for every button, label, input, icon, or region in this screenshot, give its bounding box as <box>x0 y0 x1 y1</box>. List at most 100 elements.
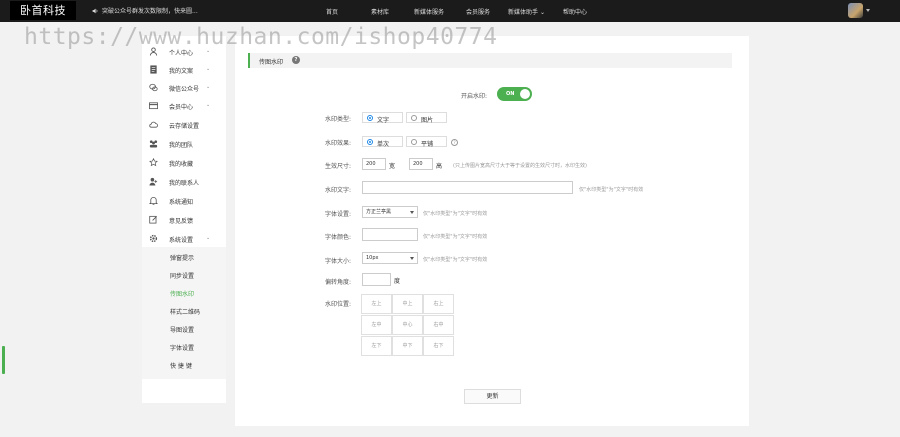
size-note: (只上传图片宽高尺寸大于等于设置的生效尺寸时，水印生效) <box>453 163 587 169</box>
team-icon <box>149 140 158 148</box>
announcement-bar[interactable]: 突破公众号群发次数限制，快来圆... <box>92 6 198 15</box>
sidebar-item-member-center[interactable]: 会员中心 ⌄ <box>142 97 226 113</box>
brand-logo[interactable]: 卧首科技 <box>10 1 76 20</box>
bell-icon <box>149 197 158 205</box>
sidebar-item-my-copy[interactable]: 我的文案 ⌄ <box>142 61 226 77</box>
radio-label: 平铺 <box>421 141 434 148</box>
font-setting-label: 字体设置: <box>325 211 352 218</box>
radio-dot <box>411 115 417 121</box>
size-height-unit: 高 <box>436 163 443 170</box>
position-top-left[interactable]: 左上 <box>361 294 392 314</box>
font-color-label: 字体颜色: <box>325 234 352 241</box>
effect-option-tile[interactable]: 平铺 <box>406 136 447 148</box>
sidebar-item-label: 我的团队 <box>169 142 194 149</box>
edge-handle[interactable] <box>2 346 5 374</box>
enable-watermark-toggle[interactable]: ON <box>497 87 532 101</box>
size-width-input[interactable]: 200 <box>362 158 386 170</box>
radio-dot <box>411 139 417 145</box>
font-size-select[interactable]: 10px <box>362 252 418 264</box>
chevron-down-icon: ⌄ <box>206 235 211 241</box>
watermark-effect-label: 水印效果: <box>325 140 352 147</box>
sidebar-item-label: 我的文案 <box>169 68 194 75</box>
effect-option-single[interactable]: 单次 <box>362 136 403 148</box>
avatar-caret-icon[interactable] <box>866 9 870 12</box>
toggle-knob <box>520 89 530 99</box>
position-bottom-center[interactable]: 中下 <box>392 336 423 356</box>
rotation-angle-input[interactable] <box>362 273 391 286</box>
nav-media-assistant-label: 新媒体助手 <box>508 9 539 16</box>
type-option-image[interactable]: 图片 <box>406 112 447 124</box>
sidebar-item-personal-center[interactable]: 个人中心 ⌄ <box>142 43 226 59</box>
chevron-down-icon: ⌄ <box>206 84 211 90</box>
cloud-icon <box>149 121 158 128</box>
watermark-settings-panel: 传图水印 ? 开启水印: ON 水印类型: 文字 图片 水印效果: 单次 平铺 … <box>235 36 749 426</box>
sidebar-item-label: 微信公众号 <box>169 86 200 93</box>
edit-icon <box>149 215 157 224</box>
submenu-item-shortcuts[interactable]: 快 捷 键 <box>170 361 192 370</box>
sidebar-item-label: 系统设置 <box>169 237 194 244</box>
help-icon[interactable]: ? <box>292 56 300 64</box>
sidebar-item-my-contacts[interactable]: 我的联系人 <box>142 173 226 189</box>
chevron-down-icon: ⌄ <box>206 48 211 54</box>
sidebar-item-label: 意见反馈 <box>169 218 194 225</box>
speaker-icon <box>92 8 98 14</box>
sidebar-item-feedback[interactable]: 意见反馈 <box>142 211 226 227</box>
position-top-right[interactable]: 右上 <box>423 294 454 314</box>
avatar[interactable] <box>848 3 863 18</box>
sidebar-item-cloud-storage[interactable]: 云存储设置 <box>142 116 226 132</box>
nav-help-center[interactable]: 帮助中心 <box>563 7 587 16</box>
font-select[interactable]: 方正兰亭黑 <box>362 206 418 218</box>
chevron-down-icon <box>410 257 414 260</box>
position-bottom-right[interactable]: 右下 <box>423 336 454 356</box>
nav-member-service[interactable]: 会员服务 <box>466 7 490 16</box>
radio-dot-selected <box>367 139 373 145</box>
sidebar-item-label: 我的收藏 <box>169 161 194 168</box>
watermark-type-label: 水印类型: <box>325 116 352 123</box>
sidebar: 个人中心 ⌄ 我的文案 ⌄ 微信公众号 ⌄ 会员中心 ⌄ 云存储设置 我的团队 … <box>142 36 226 403</box>
sidebar-item-label: 个人中心 <box>169 50 194 57</box>
submenu-item-popup-tips[interactable]: 弹窗提示 <box>170 253 194 262</box>
radio-label: 单次 <box>377 141 390 148</box>
user-icon <box>149 47 158 56</box>
submenu-item-upload-watermark[interactable]: 传图水印 <box>170 289 194 298</box>
nav-media-service[interactable]: 新媒体服务 <box>414 7 444 16</box>
document-icon <box>150 65 157 74</box>
toggle-state-text: ON <box>506 91 515 97</box>
sidebar-item-wechat-account[interactable]: 微信公众号 ⌄ <box>142 79 226 95</box>
nav-media-assistant[interactable]: 新媒体助手 ⌄ <box>508 7 545 16</box>
size-height-input[interactable]: 200 <box>409 158 433 170</box>
position-middle-left[interactable]: 左中 <box>361 315 392 335</box>
watermark-text-label: 水印文字: <box>325 187 352 194</box>
watermark-text-note: 仅"水印类型"为"文字"时有效 <box>579 187 644 193</box>
panel-header: 传图水印 ? <box>248 53 732 68</box>
sidebar-item-system-settings[interactable]: 系统设置 ⌄ <box>142 230 226 246</box>
watermark-position-label: 水印位置: <box>325 301 352 308</box>
top-navbar: 卧首科技 突破公众号群发次数限制，快来圆... 首页 素材库 新媒体服务 会员服… <box>0 0 900 22</box>
submenu-item-sync-settings[interactable]: 同步设置 <box>170 271 194 280</box>
nav-home[interactable]: 首页 <box>326 7 338 16</box>
effect-help-icon[interactable]: ? <box>451 139 458 146</box>
position-bottom-left[interactable]: 左下 <box>361 336 392 356</box>
sidebar-item-my-team[interactable]: 我的团队 <box>142 135 226 151</box>
sidebar-item-system-notice[interactable]: 系统通知 <box>142 192 226 208</box>
position-top-center[interactable]: 中上 <box>392 294 423 314</box>
submenu-item-font-settings[interactable]: 字体设置 <box>170 343 194 352</box>
nav-material-library[interactable]: 素材库 <box>371 7 389 16</box>
update-button[interactable]: 更新 <box>464 389 521 404</box>
announcement-text: 突破公众号群发次数限制，快来圆... <box>102 8 198 15</box>
submenu-item-image-import-settings[interactable]: 导图设置 <box>170 325 194 334</box>
sidebar-item-label: 系统通知 <box>169 199 194 206</box>
submenu-item-styled-qrcode[interactable]: 样式二维码 <box>170 307 200 316</box>
watermark-text-input[interactable] <box>362 181 573 194</box>
rotation-angle-unit: 度 <box>394 278 401 285</box>
font-size-select-value: 10px <box>366 255 379 261</box>
chevron-down-icon: ⌄ <box>206 102 211 108</box>
font-color-input[interactable] <box>362 228 418 241</box>
type-option-text[interactable]: 文字 <box>362 112 403 124</box>
position-middle-right[interactable]: 右中 <box>423 315 454 335</box>
sidebar-item-my-favorites[interactable]: 我的收藏 <box>142 154 226 170</box>
sidebar-submenu: 弹窗提示 同步设置 传图水印 样式二维码 导图设置 字体设置 快 捷 键 <box>142 247 226 379</box>
position-center[interactable]: 中心 <box>392 315 423 335</box>
enable-watermark-label: 开启水印: <box>461 93 488 100</box>
star-icon <box>149 158 158 167</box>
